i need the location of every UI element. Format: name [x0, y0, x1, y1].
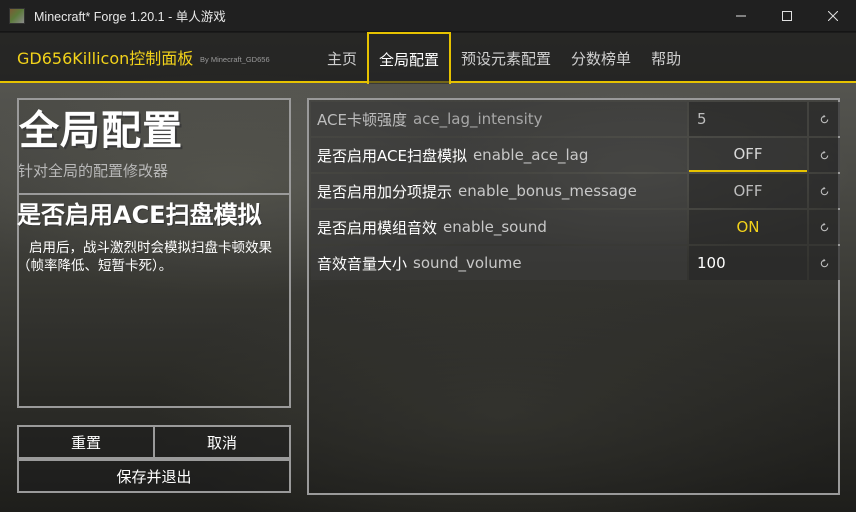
close-button[interactable] — [810, 0, 856, 32]
tab-preset-elements[interactable]: 预设元素配置 — [451, 33, 561, 83]
setting-key: ace_lag_intensity — [412, 110, 543, 128]
setting-description-panel: 是否启用ACE扫盘模拟 启用后，战斗激烈时会模拟扫盘卡顿效果（帧率降低、短暂卡死… — [17, 193, 291, 408]
reset-arrow-icon[interactable] — [809, 210, 840, 244]
tab-scoreboard[interactable]: 分数榜单 — [561, 33, 641, 83]
tab-home[interactable]: 主页 — [317, 33, 367, 83]
settings-list: ACE卡顿强度 ace_lag_intensity 5 是否启用ACE扫盘模拟 … — [307, 98, 840, 495]
page-subtitle: 针对全局的配置修改器 — [18, 162, 169, 180]
setting-row-sound-volume: 音效音量大小 sound_volume 100 — [311, 246, 840, 280]
setting-label-text: 是否启用ACE扫盘模拟 — [317, 146, 467, 165]
save-and-exit-button[interactable]: 保存并退出 — [17, 459, 291, 493]
reset-arrow-icon[interactable] — [809, 102, 840, 136]
setting-label-text: 是否启用模组音效 — [317, 218, 438, 237]
setting-value-input[interactable]: 100 — [689, 246, 807, 280]
setting-label: 是否启用模组音效 enable_sound — [311, 210, 687, 244]
setting-toggle[interactable]: OFF — [689, 138, 807, 172]
setting-label: 是否启用ACE扫盘模拟 enable_ace_lag — [311, 138, 687, 172]
setting-key: enable_sound — [443, 218, 547, 236]
reset-arrow-icon[interactable] — [809, 246, 840, 280]
tab-bar: 主页 全局配置 预设元素配置 分数榜单 帮助 — [317, 32, 691, 84]
setting-row-enable-sound: 是否启用模组音效 enable_sound ON — [311, 210, 840, 244]
maximize-icon — [782, 11, 792, 21]
setting-row-ace-lag-intensity: ACE卡顿强度 ace_lag_intensity 5 — [311, 102, 840, 136]
setting-key: enable_bonus_message — [458, 182, 637, 200]
setting-row-enable-ace-lag: 是否启用ACE扫盘模拟 enable_ace_lag OFF — [311, 138, 840, 172]
setting-description-title: 是否启用ACE扫盘模拟 — [17, 201, 262, 229]
minecraft-app-icon — [9, 7, 25, 24]
setting-value-input[interactable]: 5 — [689, 102, 807, 136]
reset-arrow-icon[interactable] — [809, 174, 840, 208]
setting-key: enable_ace_lag — [472, 146, 589, 164]
minimize-icon — [736, 15, 746, 17]
setting-label-text: 是否启用加分项提示 — [317, 182, 453, 201]
reset-arrow-icon[interactable] — [809, 138, 840, 172]
config-header: GD656Killicon控制面板 By Minecraft_GD656 主页 … — [0, 32, 856, 84]
reset-button[interactable]: 重置 — [17, 425, 155, 459]
setting-toggle[interactable]: ON — [689, 210, 807, 244]
tab-global-config[interactable]: 全局配置 — [367, 32, 452, 84]
tab-help[interactable]: 帮助 — [641, 33, 691, 83]
cancel-button[interactable]: 取消 — [153, 425, 291, 459]
setting-label-text: 音效音量大小 — [317, 254, 408, 273]
close-icon — [828, 11, 838, 21]
setting-label: ACE卡顿强度 ace_lag_intensity — [311, 102, 687, 136]
maximize-button[interactable] — [764, 0, 810, 32]
setting-key: sound_volume — [413, 254, 522, 272]
setting-label-text: ACE卡顿强度 — [317, 110, 407, 129]
page-title: 全局配置 — [19, 108, 183, 154]
setting-label: 是否启用加分项提示 enable_bonus_message — [311, 174, 687, 208]
setting-row-enable-bonus-message: 是否启用加分项提示 enable_bonus_message OFF — [311, 174, 840, 208]
window-title: Minecraft* Forge 1.20.1 - 单人游戏 — [34, 10, 226, 24]
minimize-button[interactable] — [718, 0, 764, 32]
setting-label: 音效音量大小 sound_volume — [311, 246, 687, 280]
window-controls — [718, 0, 856, 32]
brand-subtitle: By Minecraft_GD656 — [200, 55, 270, 64]
setting-description-body: 启用后，战斗激烈时会模拟扫盘卡顿效果（帧率降低、短暂卡死）。 — [17, 240, 272, 274]
brand-title: GD656Killicon控制面板 — [17, 49, 194, 68]
setting-toggle[interactable]: OFF — [689, 174, 807, 208]
window-titlebar: Minecraft* Forge 1.20.1 - 单人游戏 — [0, 0, 856, 32]
